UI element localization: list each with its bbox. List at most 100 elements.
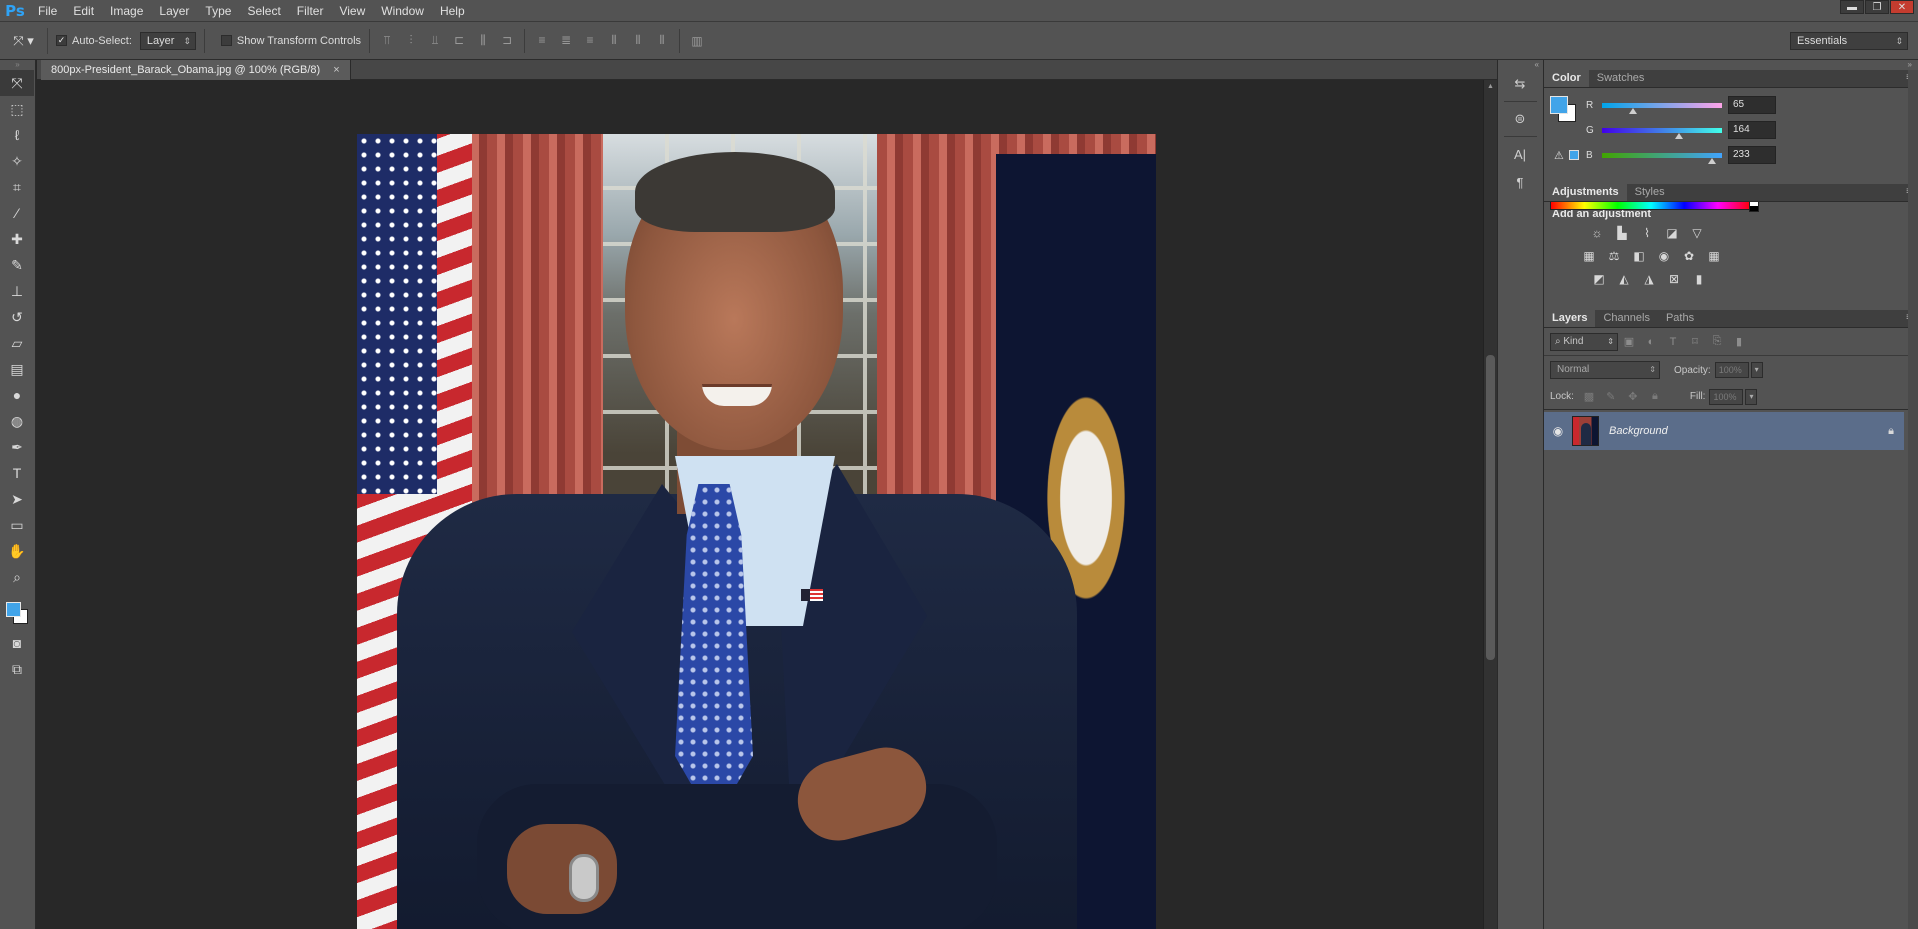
posterize-icon[interactable]: ◭ xyxy=(1615,272,1633,286)
menu-filter[interactable]: Filter xyxy=(289,0,332,22)
menu-help[interactable]: Help xyxy=(432,0,473,22)
channel-mixer-icon[interactable]: ✿ xyxy=(1680,249,1698,263)
filter-toggle-icon[interactable]: ▮ xyxy=(1728,335,1750,348)
distribute-vcenter-icon[interactable]: ≣ xyxy=(557,33,575,48)
lock-all-icon[interactable]: 🔒︎ xyxy=(1644,390,1666,403)
eyedropper-icon[interactable]: ⁄ xyxy=(0,200,34,226)
document-image[interactable] xyxy=(357,134,1156,929)
tab-swatches[interactable]: Swatches xyxy=(1589,69,1653,87)
history-brush-icon[interactable]: ↺ xyxy=(0,304,34,330)
lock-position-icon[interactable]: ✥ xyxy=(1622,390,1644,403)
red-value-field[interactable]: 65 xyxy=(1728,96,1776,114)
smart-object-filter-icon[interactable]: ⎘ xyxy=(1706,335,1728,348)
tool-preset-picker[interactable]: ⤧ ▾ xyxy=(0,27,48,54)
menu-window[interactable]: Window xyxy=(373,0,432,22)
type-tool-icon[interactable]: T xyxy=(0,460,34,486)
foreground-color[interactable] xyxy=(1550,96,1568,114)
align-top-icon[interactable]: ⫪ xyxy=(378,33,396,48)
properties-panel-icon[interactable]: ⊜ xyxy=(1498,105,1542,133)
levels-icon[interactable]: ▙ xyxy=(1613,226,1631,240)
character-panel-icon[interactable]: A| xyxy=(1498,140,1542,168)
opacity-field[interactable]: 100% xyxy=(1714,362,1749,378)
gradient-map-icon[interactable]: ▮ xyxy=(1690,272,1708,286)
exposure-icon[interactable]: ◪ xyxy=(1663,226,1681,240)
distribute-bottom-icon[interactable]: ≡ xyxy=(581,33,599,48)
workspace-dropdown[interactable]: Essentials xyxy=(1790,32,1908,50)
crop-tool-icon[interactable]: ⌗ xyxy=(0,174,34,200)
collapse-icon[interactable]: « xyxy=(1498,60,1543,70)
lock-transparent-icon[interactable]: ▩ xyxy=(1578,390,1600,403)
align-vcenter-icon[interactable]: ⫶ xyxy=(402,33,420,48)
clone-stamp-icon[interactable]: ⊥ xyxy=(0,278,34,304)
menu-type[interactable]: Type xyxy=(197,0,239,22)
align-hcenter-icon[interactable]: ⫼ xyxy=(474,33,492,48)
distribute-hcenter-icon[interactable]: ⫴ xyxy=(629,33,647,48)
blue-slider[interactable] xyxy=(1602,152,1722,164)
opacity-dropdown-icon[interactable]: ▾ xyxy=(1750,362,1763,378)
menu-view[interactable]: View xyxy=(331,0,373,22)
green-value-field[interactable]: 164 xyxy=(1728,121,1776,139)
filter-kind-dropdown[interactable]: ⌕ Kind xyxy=(1550,332,1618,351)
curves-icon[interactable]: ⌇ xyxy=(1638,226,1656,240)
color-balance-icon[interactable]: ⚖ xyxy=(1605,249,1623,263)
app-logo[interactable]: Ps xyxy=(0,0,30,22)
red-slider[interactable] xyxy=(1602,102,1722,114)
quick-mask-icon[interactable]: ◙ xyxy=(0,630,34,656)
tab-layers[interactable]: Layers xyxy=(1544,309,1596,327)
web-safe-swatch[interactable] xyxy=(1569,150,1579,160)
slider-marker[interactable] xyxy=(1707,157,1716,164)
hue-saturation-icon[interactable]: ▦ xyxy=(1580,249,1598,263)
auto-align-icon[interactable]: ▥ xyxy=(688,34,706,48)
menu-image[interactable]: Image xyxy=(102,0,151,22)
invert-icon[interactable]: ◩ xyxy=(1590,272,1608,286)
slider-marker[interactable] xyxy=(1675,132,1684,139)
align-left-icon[interactable]: ⊏ xyxy=(450,33,468,48)
screen-mode-icon[interactable]: ⧉ xyxy=(0,656,34,682)
vibrance-icon[interactable]: ▽ xyxy=(1688,226,1706,240)
distribute-left-icon[interactable]: ⦀ xyxy=(605,33,623,48)
blur-tool-icon[interactable]: ● xyxy=(0,382,34,408)
pixel-filter-icon[interactable]: ▣ xyxy=(1618,335,1640,348)
menu-file[interactable]: File xyxy=(30,0,65,22)
brightness-icon[interactable]: ☼ xyxy=(1588,226,1606,240)
path-selection-icon[interactable]: ➤ xyxy=(0,486,34,512)
fill-field[interactable]: 100% xyxy=(1709,388,1744,405)
brush-tool-icon[interactable]: ✎ xyxy=(0,252,34,278)
black-white-icon[interactable]: ◧ xyxy=(1630,249,1648,263)
green-slider[interactable] xyxy=(1602,127,1722,139)
fill-dropdown-icon[interactable]: ▾ xyxy=(1745,388,1758,405)
distribute-top-icon[interactable]: ≡ xyxy=(533,33,551,48)
hand-tool-icon[interactable]: ✋ xyxy=(0,538,34,564)
tab-styles[interactable]: Styles xyxy=(1627,183,1673,201)
layer-row[interactable]: ◉ Background 🔒︎ xyxy=(1544,412,1904,450)
tab-adjustments[interactable]: Adjustments xyxy=(1544,183,1627,201)
align-right-icon[interactable]: ⊐ xyxy=(498,33,516,48)
tab-color[interactable]: Color xyxy=(1544,69,1589,87)
minimize-button[interactable]: ▬ xyxy=(1840,0,1864,14)
eraser-icon[interactable]: ▱ xyxy=(0,330,34,356)
visibility-eye-icon[interactable]: ◉ xyxy=(1544,424,1572,438)
shape-filter-icon[interactable]: ⌑ xyxy=(1684,335,1706,348)
history-panel-icon[interactable]: ⇆ xyxy=(1498,70,1542,98)
document-tab[interactable]: 800px-President_Barack_Obama.jpg @ 100% … xyxy=(41,60,351,80)
align-bottom-icon[interactable]: ⫫ xyxy=(426,33,444,48)
type-filter-icon[interactable]: T xyxy=(1662,336,1684,348)
magic-wand-icon[interactable]: ✧ xyxy=(0,148,34,174)
menu-select[interactable]: Select xyxy=(239,0,288,22)
threshold-icon[interactable]: ◮ xyxy=(1640,272,1658,286)
healing-brush-icon[interactable]: ✚ xyxy=(0,226,34,252)
lock-image-icon[interactable]: ✎ xyxy=(1600,390,1622,403)
paragraph-panel-icon[interactable]: ¶ xyxy=(1498,168,1542,196)
adjustment-filter-icon[interactable]: ◐ xyxy=(1640,336,1662,348)
foreground-color[interactable] xyxy=(6,602,21,617)
blend-mode-dropdown[interactable]: Normal xyxy=(1550,361,1660,379)
restore-button[interactable]: ❐ xyxy=(1865,0,1889,14)
auto-select-checkbox[interactable]: ✓ Auto-Select: xyxy=(56,35,132,47)
scroll-thumb[interactable] xyxy=(1486,355,1495,660)
distribute-right-icon[interactable]: ⦀ xyxy=(653,33,671,48)
menu-edit[interactable]: Edit xyxy=(65,0,102,22)
show-transform-checkbox[interactable]: Show Transform Controls xyxy=(220,35,361,47)
menu-layer[interactable]: Layer xyxy=(151,0,197,22)
scroll-up-icon[interactable]: ▲ xyxy=(1487,83,1494,90)
move-tool-icon[interactable]: ⤧ xyxy=(0,70,34,96)
